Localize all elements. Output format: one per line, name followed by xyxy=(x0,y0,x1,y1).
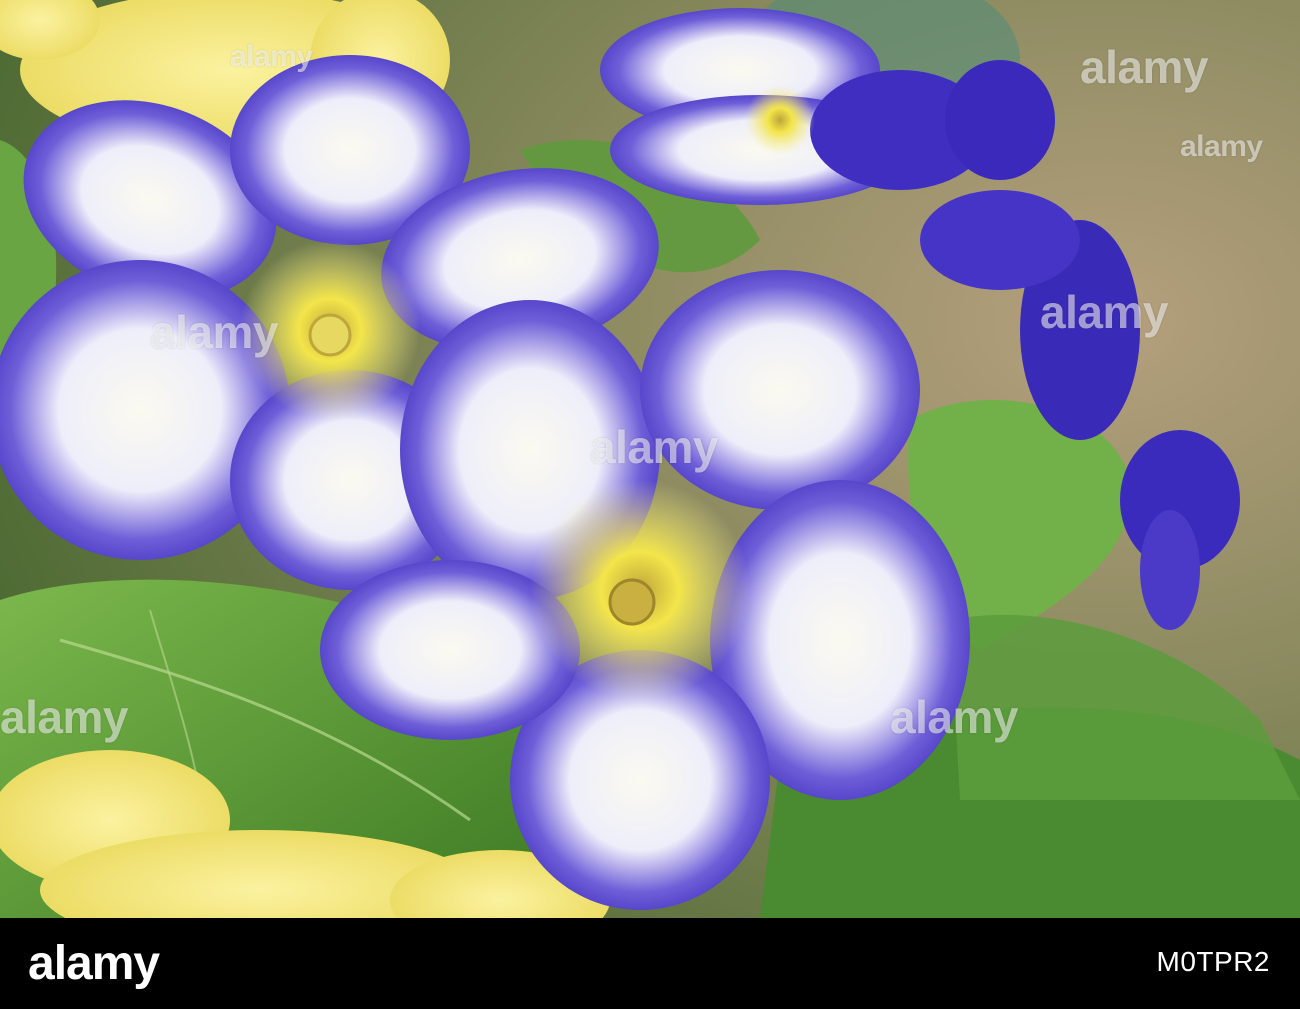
alamy-logo: alamy xyxy=(28,937,160,990)
footer-bar: alamy M0TPR2 xyxy=(0,918,1300,1009)
watermark-text: alamy xyxy=(230,40,313,73)
watermark-text: alamy xyxy=(0,691,128,743)
image-id: M0TPR2 xyxy=(1156,946,1270,977)
stock-photo: alamy alamy alamy alamy alamy alamy alam… xyxy=(0,0,1300,918)
watermark-text: alamy xyxy=(590,421,718,473)
watermark-text: alamy xyxy=(150,306,278,358)
watermark-text: alamy xyxy=(1180,130,1263,163)
watermark-text: alamy xyxy=(890,691,1018,743)
watermark-text: alamy xyxy=(1080,41,1208,93)
watermark-text: alamy xyxy=(1040,286,1168,338)
